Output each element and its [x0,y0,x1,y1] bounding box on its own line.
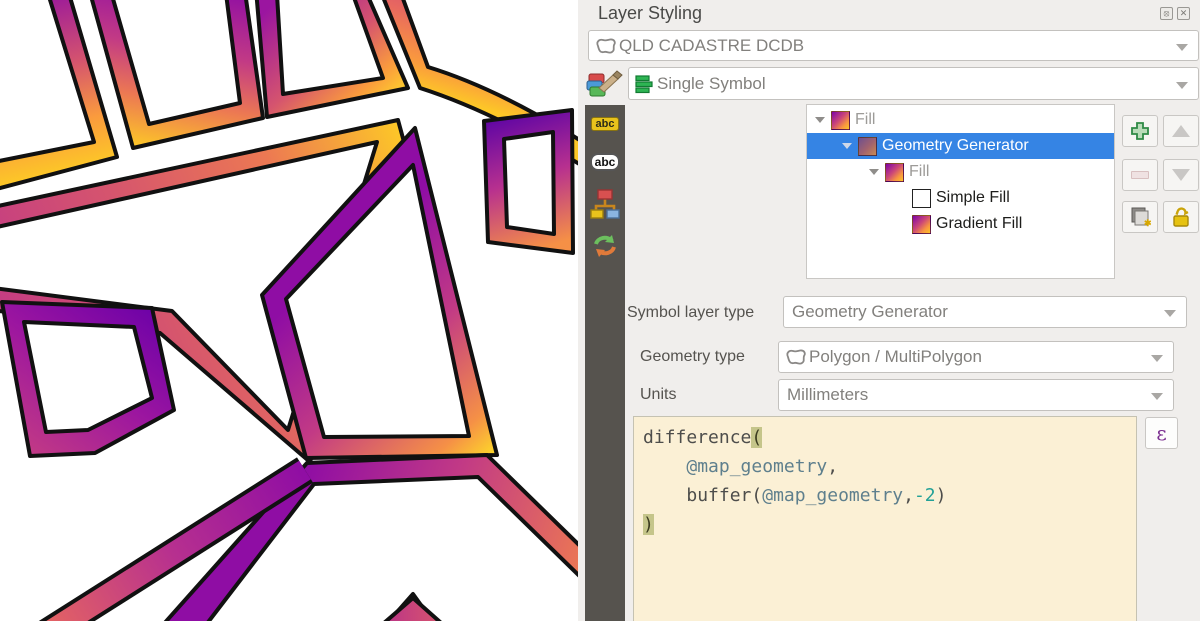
chevron-down-icon [1176,82,1188,89]
labels-tab[interactable]: abc [585,105,625,143]
history-icon [591,232,619,260]
expression-editor[interactable]: difference( @map_geometry, buffer(@map_g… [633,416,1137,621]
tree-row-fill[interactable]: Fill [807,107,1114,133]
symbol-layer-type-value: Geometry Generator [792,302,948,322]
expander-icon[interactable] [869,169,879,175]
parcel-I [504,132,554,234]
labels-icon: abc [591,117,620,131]
symbol-swatch [885,163,904,182]
panel-title: Layer Styling [598,3,702,24]
symbol-swatch [831,111,850,130]
minus-icon [1131,171,1149,179]
geometry-type-label: Geometry type [640,348,745,366]
tree-row-label: Fill [909,163,929,181]
code-line: buffer(@map_geometry,-2) [643,481,1136,510]
callouts-tab[interactable]: abc [585,143,625,181]
lock-layer-button[interactable] [1163,201,1199,233]
tree-row-simple-fill[interactable]: Simple Fill [807,185,1114,211]
geometry-type-value: Polygon / MultiPolygon [809,347,982,367]
code-line: difference( [643,423,1136,452]
tree-row-label: Simple Fill [936,189,1010,207]
symbol-swatch [912,215,931,234]
geometry-type-select[interactable]: Polygon / MultiPolygon [778,341,1174,373]
duplicate-icon: ✱ [1129,206,1151,228]
history-tab[interactable] [585,227,625,265]
symbology-mode-value: Single Symbol [657,74,766,94]
diagrams-tab[interactable] [585,181,625,227]
duplicate-symbol-layer-button[interactable]: ✱ [1122,201,1158,233]
symbology-icon[interactable] [583,66,625,102]
symbol-layer-tree[interactable]: Fill Geometry Generator Fill Simple Fill Gra… [806,104,1115,279]
arrow-down-icon [1172,169,1190,181]
units-value: Millimeters [787,385,868,405]
symbol-layer-type-label: Symbol layer type [627,304,754,322]
plus-icon [1130,121,1150,141]
code-line: @map_geometry, [643,452,1136,481]
symbol-swatch [858,137,877,156]
tree-row-label: Gradient Fill [936,215,1022,233]
move-down-button[interactable] [1163,159,1199,191]
chevron-down-icon [1164,310,1176,317]
add-symbol-layer-button[interactable] [1122,115,1158,147]
arrow-up-icon [1172,125,1190,137]
close-icon[interactable]: ✕ [1177,7,1190,20]
symbol-layer-type-select[interactable]: Geometry Generator [783,296,1187,328]
symbol-swatch [912,189,931,208]
polygon-icon [785,348,807,366]
tree-row-label: Geometry Generator [882,137,1029,155]
chevron-down-icon [1151,355,1163,362]
code-line: ) [643,510,1136,539]
chevron-down-icon [1176,44,1188,51]
units-label: Units [640,386,676,404]
epsilon-icon: ε [1156,421,1166,445]
lock-open-icon [1170,206,1192,228]
single-symbol-icon [634,74,654,94]
styling-tab-strip: abc abc [585,105,625,621]
qgis-window: Layer Styling ⦻ ✕ QLD CADASTRE DCDB Sing… [0,0,1200,621]
layer-selector[interactable]: QLD CADASTRE DCDB [588,30,1199,61]
tree-row-gradient-fill[interactable]: Gradient Fill [807,211,1114,237]
tree-row-fill[interactable]: Fill [807,159,1114,185]
svg-text:✱: ✱ [1144,218,1151,228]
expander-icon[interactable] [815,117,825,123]
diagram-icon [590,188,620,220]
layer-styling-panel: Layer Styling ⦻ ✕ QLD CADASTRE DCDB Sing… [578,0,1200,621]
cadastre-map [0,0,578,621]
tree-row-geometry-generator[interactable]: Geometry Generator [807,133,1114,159]
symbology-mode-select[interactable]: Single Symbol [628,67,1199,100]
move-up-button[interactable] [1163,115,1199,147]
remove-symbol-layer-button[interactable] [1122,159,1158,191]
undock-icon[interactable]: ⦻ [1160,7,1173,20]
layer-selector-value: QLD CADASTRE DCDB [619,36,804,56]
map-canvas[interactable] [0,0,578,621]
units-select[interactable]: Millimeters [778,379,1174,411]
tree-row-label: Fill [855,111,875,129]
chevron-down-icon [1151,393,1163,400]
polygon-layer-icon [595,37,617,55]
expression-builder-button[interactable]: ε [1145,417,1178,449]
expander-icon[interactable] [842,143,852,149]
callouts-icon: abc [590,153,621,171]
